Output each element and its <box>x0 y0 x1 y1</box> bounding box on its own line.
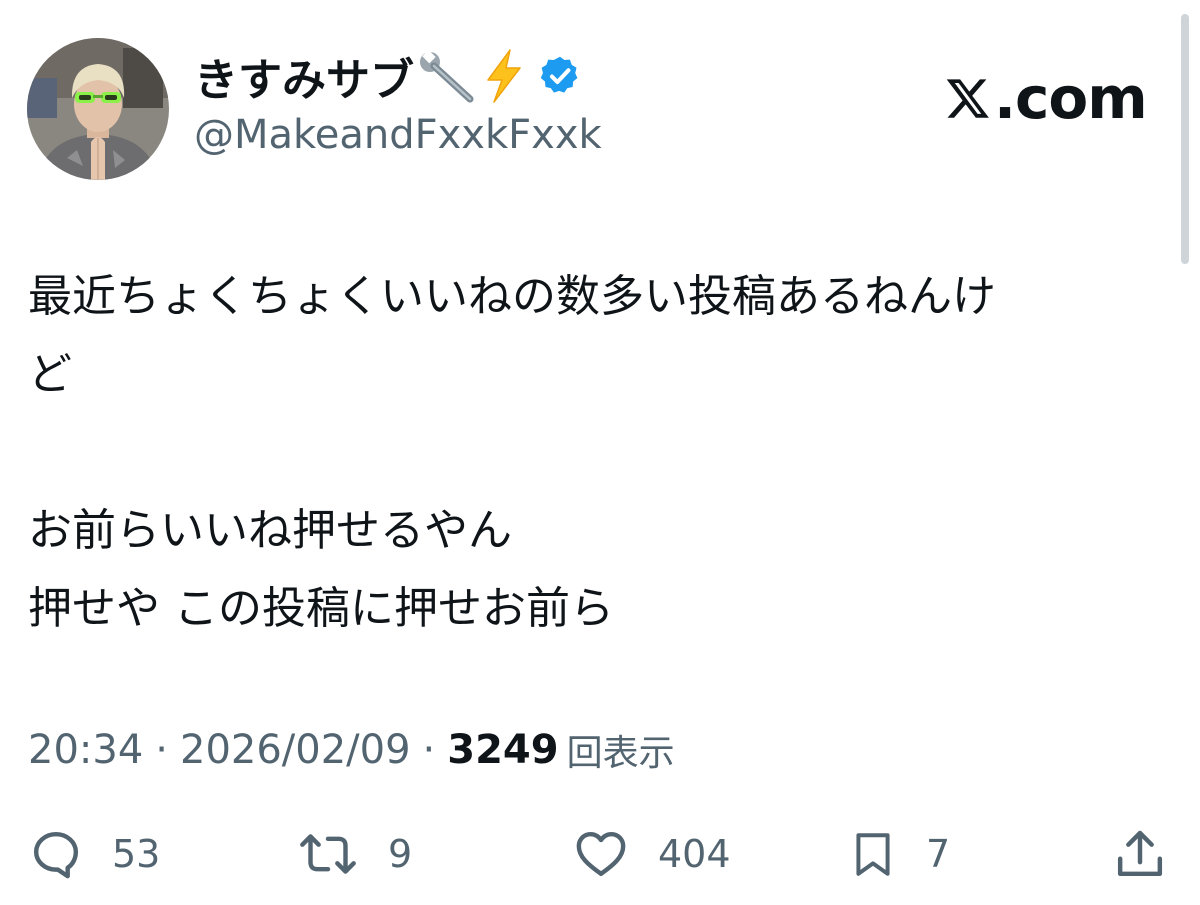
tweet-time[interactable]: 20:34 <box>28 727 143 773</box>
user-handle[interactable]: @MakeandFxxkFxxk <box>194 112 602 158</box>
share-button[interactable] <box>1112 826 1168 882</box>
scrollbar[interactable] <box>1181 14 1189 264</box>
tweet-text-line: お前らいいね押せるやん <box>28 505 512 556</box>
avatar-image <box>27 38 169 180</box>
repost-button[interactable]: 9 <box>296 826 412 882</box>
bookmark-icon <box>856 833 890 876</box>
share-icon <box>1117 830 1163 877</box>
heart-icon <box>576 831 626 877</box>
views-label: 回表示 <box>566 733 675 774</box>
like-button[interactable]: 404 <box>572 826 731 882</box>
lightning-emoji-icon <box>480 48 528 104</box>
x-logo-icon <box>944 75 992 121</box>
bookmark-button[interactable]: 7 <box>848 826 950 882</box>
tweet-text-gap <box>28 414 1168 492</box>
meta-separator: · <box>155 727 168 773</box>
tweet-text: 最近ちょくちょくいいねの数多い投稿あるねんけ ど お前らいいね押せるやん 押せや… <box>28 258 1168 648</box>
views-count: 3249 <box>447 727 559 773</box>
repost-count: 9 <box>388 832 413 876</box>
reply-icon <box>33 831 79 879</box>
tweet-text-line: 押せや この投稿に押せお前ら <box>28 583 614 634</box>
repost-icon <box>300 834 356 874</box>
display-name[interactable]: きすみサブ <box>194 44 414 108</box>
like-count: 404 <box>658 832 731 876</box>
bookmark-count: 7 <box>926 832 951 876</box>
tweet-text-line: ど <box>28 349 72 400</box>
brand-logo: .com <box>944 64 1148 132</box>
verified-badge-icon <box>538 54 582 98</box>
wrench-emoji-icon <box>418 49 476 103</box>
user-name-row[interactable]: きすみサブ <box>194 46 582 106</box>
avatar[interactable] <box>27 38 169 180</box>
reply-button[interactable]: 53 <box>28 826 160 882</box>
tweet-date[interactable]: 2026/02/09 <box>180 727 411 773</box>
tweet-text-line: 最近ちょくちょくいいねの数多い投稿あるねんけ <box>28 271 996 322</box>
tweet-meta: 20:34 · 2026/02/09 · 3249 回表示 <box>28 722 675 778</box>
brand-logo-text: .com <box>994 64 1148 132</box>
reply-count: 53 <box>112 832 161 876</box>
meta-separator: · <box>422 727 436 773</box>
